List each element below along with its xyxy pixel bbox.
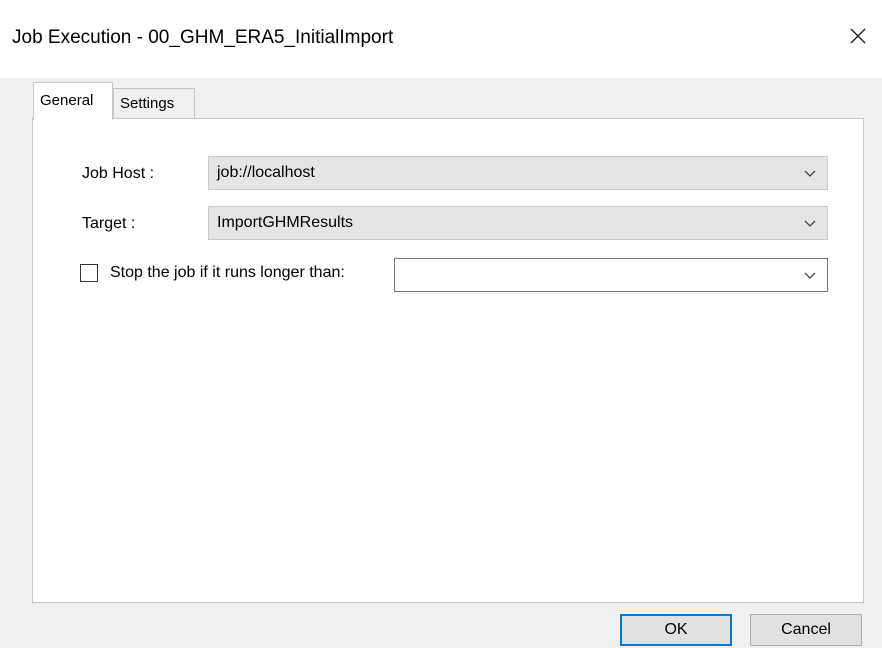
chevron-down-icon [804,272,816,279]
target-label: Target : [82,215,136,232]
title-bar: Job Execution - 00_GHM_ERA5_InitialImpor… [0,0,882,78]
tab-general[interactable]: General [33,82,113,120]
tab-settings-label: Settings [120,95,175,112]
stop-job-checkbox[interactable] [80,264,98,282]
job-host-value: job://localhost [217,164,315,181]
window-title: Job Execution - 00_GHM_ERA5_InitialImpor… [12,27,394,48]
stop-job-label[interactable]: Stop the job if it runs longer than: [110,263,345,283]
ok-button[interactable]: OK [620,614,732,646]
tab-general-label: General [40,92,94,109]
chevron-down-icon [804,220,816,227]
target-dropdown[interactable]: ImportGHMResults [208,206,828,240]
chevron-down-icon [804,170,816,177]
job-host-label: Job Host : [82,165,155,182]
cancel-button[interactable]: Cancel [750,614,862,646]
timeout-dropdown[interactable] [394,258,828,292]
tab-settings[interactable]: Settings [113,88,195,118]
job-host-dropdown[interactable]: job://localhost [208,156,828,190]
close-icon [850,28,866,44]
job-execution-dialog: Job Execution - 00_GHM_ERA5_InitialImpor… [0,0,882,648]
general-tab-panel [32,118,864,603]
close-button[interactable] [840,18,876,54]
target-value: ImportGHMResults [217,214,354,231]
